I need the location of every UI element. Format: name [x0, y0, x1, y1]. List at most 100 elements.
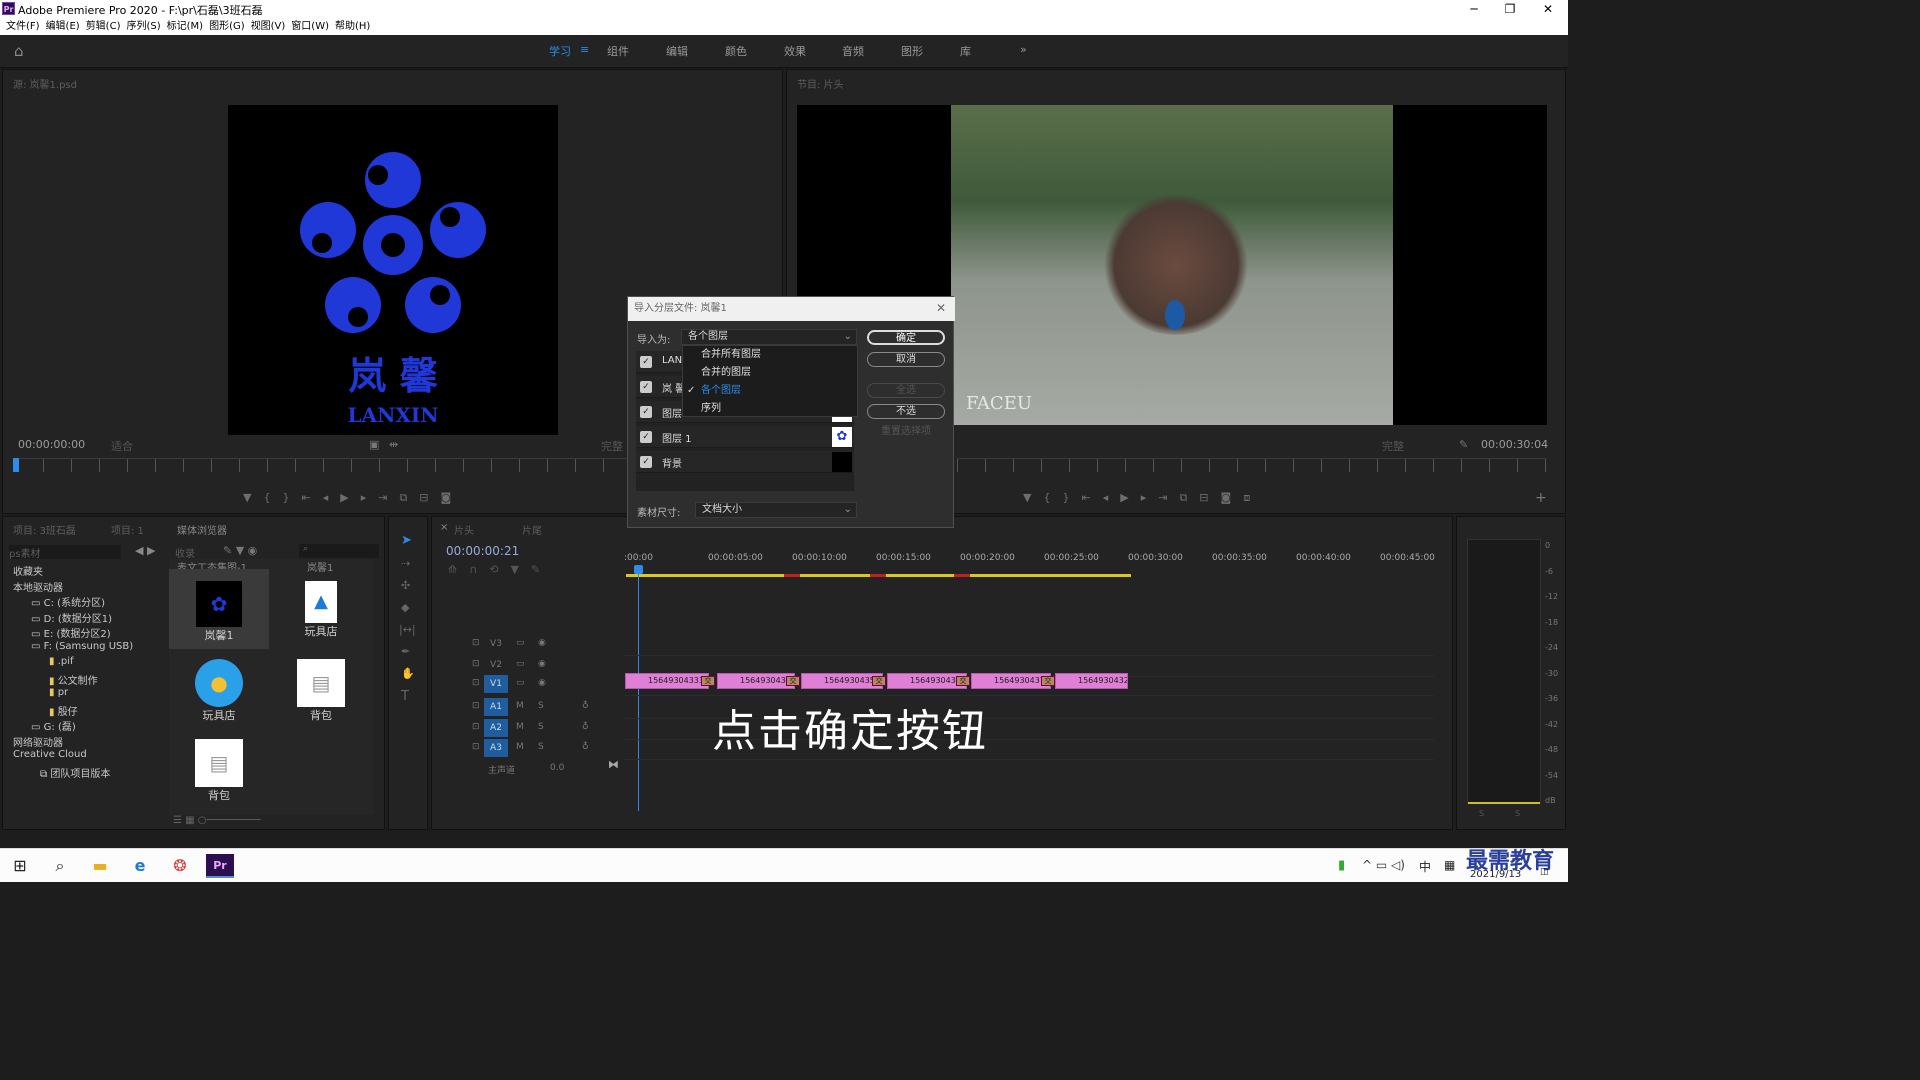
menu-view[interactable]: 视图(V) [251, 18, 286, 35]
menu-file[interactable]: 文件(F) [6, 18, 40, 35]
mute-icon[interactable]: M [516, 742, 524, 752]
select-all-button[interactable]: 全选 [867, 383, 945, 398]
clip-1[interactable]: 1564930433351 [625, 673, 709, 689]
mute-icon[interactable]: M [516, 701, 524, 711]
project-tab-1[interactable]: 项目: 3班石磊 [13, 522, 76, 537]
ok-button[interactable]: 确定 [867, 330, 945, 345]
cancel-button[interactable]: 取消 [867, 352, 945, 367]
workspace-libraries[interactable]: 库 [960, 43, 971, 59]
eye-icon[interactable]: ◉ [538, 659, 546, 669]
keyboard-icon[interactable]: ▦ [1444, 858, 1455, 872]
go-out-icon[interactable]: ⇥ [378, 491, 387, 505]
lock-icon[interactable]: ⊡ [472, 678, 480, 688]
tree-item[interactable]: 网络驱动器 [13, 734, 63, 749]
media-browser-tab[interactable]: 媒体浏览器 [177, 522, 227, 537]
windows-start-icon[interactable]: ⊞ [6, 854, 34, 878]
tree-item[interactable]: ▭ F: (Samsung USB) [31, 641, 133, 652]
footage-size-select[interactable]: 文档大小 ⌄ [695, 502, 857, 518]
clip-3[interactable]: 1564930435S [801, 673, 883, 689]
play-icon[interactable]: ▶ [340, 491, 348, 505]
tool-icons[interactable]: ✎ ▼ ◉ [223, 544, 257, 557]
more-workspaces-icon[interactable]: » [1020, 43, 1027, 56]
prog-go-out-icon[interactable]: ⇥ [1158, 491, 1167, 505]
lock-icon[interactable]: ⊡ [472, 722, 480, 732]
layer-checkbox[interactable]: ✓ [640, 431, 652, 443]
lock-icon[interactable]: ⊡ [472, 742, 480, 752]
prog-camera-icon[interactable]: ◙ [1221, 491, 1232, 505]
workspace-editing[interactable]: 编辑 [666, 43, 688, 59]
thumb-toy-shop-1[interactable]: ▲ 玩具店 [271, 569, 371, 649]
clip-6[interactable]: 1564930432B [1055, 673, 1128, 689]
solo-icon[interactable]: S [538, 722, 544, 732]
solo-right-button[interactable]: S [1515, 809, 1520, 818]
track-v1-toggle[interactable]: V1 [484, 675, 508, 693]
prog-marker-icon[interactable]: ▼ [1023, 491, 1031, 505]
thumb-backpack-2[interactable]: ▤ 背包 [169, 729, 269, 809]
program-title[interactable]: 节目: 片头 [797, 76, 844, 91]
track-v3-toggle[interactable]: V3 [484, 635, 508, 653]
prog-go-in-icon[interactable]: ⇤ [1081, 491, 1090, 505]
source-settings-icon[interactable]: ▣ [369, 438, 379, 451]
add-button-icon[interactable]: + [1535, 490, 1547, 506]
dialog-close-icon[interactable]: ✕ [936, 301, 946, 315]
layer-checkbox[interactable]: ✓ [640, 456, 652, 468]
track-select-icon[interactable]: ⇢ [401, 557, 410, 570]
menu-sequence[interactable]: 序列(S) [126, 18, 160, 35]
media-search-icon[interactable]: ⌕ [299, 544, 379, 558]
tree-item[interactable]: ▮ 殷仔 [49, 703, 78, 718]
menu-marker[interactable]: 标记(M) [167, 18, 203, 35]
workspace-menu-icon[interactable]: ≡ [580, 43, 589, 56]
search-icon[interactable]: ⌕ [46, 854, 74, 878]
mute-icon[interactable]: M [516, 722, 524, 732]
layer-row[interactable]: ✓ 图层 1 ✿ [636, 426, 854, 448]
menu-clip[interactable]: 剪辑(C) [86, 18, 121, 35]
lock-icon[interactable]: ⊡ [472, 701, 480, 711]
sync-lock-icon[interactable]: ▭ [516, 638, 525, 648]
source-quality[interactable]: 完整 [601, 438, 623, 454]
layer-row[interactable]: ✓ 背景 [636, 451, 854, 473]
master-end-icon[interactable]: ⧓ [608, 758, 619, 771]
playhead-handle[interactable] [634, 565, 643, 574]
sync-lock-icon[interactable]: ▭ [516, 659, 525, 669]
import-option[interactable]: 序列 [683, 400, 857, 418]
close-icon[interactable]: ✕ [1530, 0, 1566, 18]
lock-icon[interactable]: ⊡ [472, 659, 480, 669]
project-tab-2[interactable]: 项目: 1 [111, 522, 144, 537]
tree-item[interactable]: ▭ C: (系统分区) [31, 594, 105, 609]
close-tab-icon[interactable]: × [440, 522, 448, 533]
timeline-timecode[interactable]: 00:00:00:21 [446, 544, 519, 558]
home-icon[interactable]: ⌂ [14, 42, 24, 60]
thumb-toy-shop-2[interactable]: ● 玩具店 [169, 649, 269, 729]
transition-4-icon[interactable]: 交 [956, 676, 970, 686]
track-a1-toggle[interactable]: A1 [484, 698, 508, 716]
wrench-icon[interactable]: ✎ [1459, 438, 1468, 451]
timeline-playhead[interactable] [638, 567, 639, 811]
workspace-assembly[interactable]: 组件 [607, 43, 629, 59]
tree-item[interactable]: ▭ E: (数据分区2) [31, 625, 111, 640]
tree-item[interactable]: ▭ D: (数据分区1) [31, 610, 112, 625]
lift-icon[interactable]: ⧉ [1179, 491, 1187, 505]
premiere-taskbar-icon[interactable]: Pr [206, 854, 234, 878]
source-playhead[interactable] [13, 458, 19, 472]
compare-icon[interactable]: ⧈ [1243, 491, 1250, 505]
track-v2-toggle[interactable]: V2 [484, 656, 508, 674]
transition-3-icon[interactable]: 交 [872, 676, 886, 686]
layer-checkbox[interactable]: ✓ [640, 381, 652, 393]
media-browser-path-select[interactable]: ps素材 [9, 545, 121, 560]
selection-tool-icon[interactable]: ➤ [401, 533, 412, 548]
edge-browser-icon[interactable]: e [126, 854, 154, 878]
prog-mark-in-icon[interactable]: { [1043, 491, 1050, 505]
tree-item[interactable]: ▮ .pif [49, 656, 74, 667]
layer-checkbox[interactable]: ✓ [640, 356, 652, 368]
source-timecode[interactable]: 00:00:00:00 [18, 438, 85, 451]
minimize-icon[interactable]: ─ [1456, 0, 1492, 18]
tree-item[interactable]: 收藏夹 [13, 563, 43, 578]
sync-lock-icon[interactable]: ▭ [516, 678, 525, 688]
type-tool-icon[interactable]: T [401, 689, 409, 704]
back-icon[interactable]: ◀ ▶ [135, 544, 155, 557]
import-option[interactable]: ✓ 各个图层 [683, 382, 857, 400]
workspace-audio[interactable]: 音频 [842, 43, 864, 59]
step-back-icon[interactable]: ◂ [323, 491, 329, 505]
source-title[interactable]: 源: 岚馨1.psd [13, 76, 77, 91]
workspace-effects[interactable]: 效果 [784, 43, 806, 59]
